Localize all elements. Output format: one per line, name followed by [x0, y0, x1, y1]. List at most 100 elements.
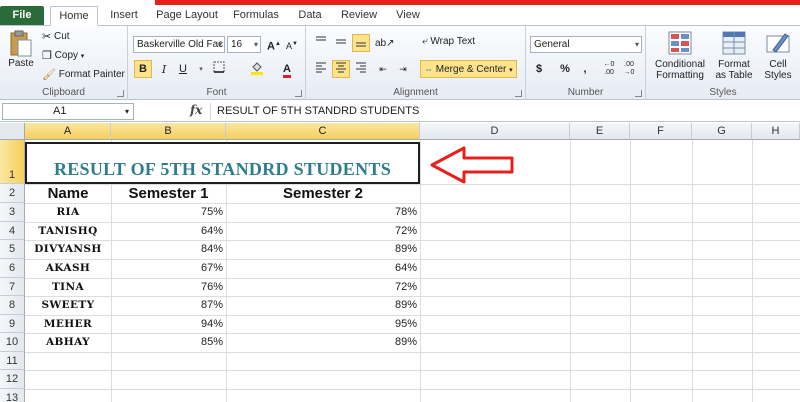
cell-name[interactable]: AKASH	[25, 259, 111, 278]
borders-button[interactable]	[210, 60, 228, 78]
copy-button[interactable]: ❐ Copy ▾	[42, 49, 84, 62]
number-dialog-launcher[interactable]	[635, 90, 642, 97]
cell-semester-2[interactable]: 95%	[226, 315, 420, 333]
cell-semester-2[interactable]: 78%	[226, 203, 420, 222]
row-header-3[interactable]: 3	[0, 203, 25, 222]
paste-button[interactable]: Paste	[6, 30, 36, 74]
cell-name[interactable]: MEHER	[25, 315, 111, 333]
formula-input[interactable]: RESULT OF 5TH STANDRD STUDENTS	[210, 103, 798, 120]
cell-semester-1[interactable]: 76%	[111, 278, 226, 296]
column-header-d[interactable]: D	[420, 123, 570, 140]
merged-title-cell-a1[interactable]: RESULT OF 5TH STANDRD STUDENTS	[25, 142, 420, 184]
row-header-11[interactable]: 11	[0, 352, 25, 370]
cell-name[interactable]: SWEETY	[25, 296, 111, 315]
currency-button[interactable]: $	[530, 60, 548, 78]
grow-font-button[interactable]: A▲	[265, 35, 283, 53]
cell-semester-2[interactable]: 72%	[226, 222, 420, 240]
row-header-12[interactable]: 12	[0, 370, 25, 389]
wrap-text-button[interactable]: ⤶ Wrap Text	[422, 36, 475, 47]
number-format-combo[interactable]: General ▾	[530, 36, 642, 53]
underline-dropdown[interactable]: ▾	[192, 60, 210, 78]
clipboard-dialog-launcher[interactable]	[117, 90, 124, 97]
column-header-g[interactable]: G	[692, 123, 752, 140]
column-header-h[interactable]: H	[752, 123, 800, 140]
cut-button[interactable]: ✂ Cut	[42, 30, 70, 43]
row-header-13[interactable]: 13	[0, 389, 25, 402]
cell-name[interactable]: RIA	[25, 203, 111, 222]
paste-icon	[10, 30, 32, 57]
underline-button[interactable]: U	[174, 60, 192, 78]
increase-indent-button[interactable]: ⇥	[394, 60, 412, 78]
font-color-button[interactable]: A	[278, 60, 296, 78]
format-painter-button[interactable]: 🖌 Format Painter	[42, 68, 125, 81]
percent-button[interactable]: %	[556, 60, 574, 78]
row-header-8[interactable]: 8	[0, 296, 25, 315]
cell-semester-2[interactable]: 89%	[226, 296, 420, 315]
cell-semester-2[interactable]: 89%	[226, 333, 420, 352]
tab-page-layout[interactable]: Page Layout	[152, 6, 222, 26]
tab-data[interactable]: Data	[290, 6, 330, 26]
decrease-decimal-button[interactable]: .00 →0	[620, 60, 638, 78]
orientation-button[interactable]: ab↗	[374, 34, 395, 52]
merge-center-button[interactable]: ⇔ Merge & Center ▾	[420, 60, 517, 78]
shrink-font-button[interactable]: A▼	[283, 35, 301, 53]
row-header-2[interactable]: 2	[0, 184, 25, 203]
align-top-button[interactable]	[312, 34, 330, 52]
increase-decimal-button[interactable]: ←0.00	[600, 60, 618, 78]
ribbon-tab-bar: File Home Insert Page Layout Formulas Da…	[0, 0, 800, 26]
cell-semester-2[interactable]: 89%	[226, 240, 420, 259]
cell-semester-1[interactable]: 94%	[111, 315, 226, 333]
name-box-value: A1	[53, 105, 67, 117]
decrease-indent-button[interactable]: ⇤	[374, 60, 392, 78]
italic-button[interactable]: I	[155, 60, 173, 78]
tab-file[interactable]: File	[0, 6, 44, 26]
tab-view[interactable]: View	[388, 6, 428, 26]
tab-review[interactable]: Review	[336, 6, 382, 26]
row-header-5[interactable]: 5	[0, 240, 25, 259]
row-header-9[interactable]: 9	[0, 315, 25, 333]
tab-home[interactable]: Home	[50, 6, 98, 26]
font-size-combo[interactable]: 16 ▾	[227, 36, 261, 53]
alignment-dialog-launcher[interactable]	[515, 90, 522, 97]
align-center-button[interactable]	[332, 60, 350, 78]
row-header-6[interactable]: 6	[0, 259, 25, 278]
cell-semester-1[interactable]: 64%	[111, 222, 226, 240]
cell-semester-2[interactable]: 72%	[226, 278, 420, 296]
fill-color-button[interactable]	[248, 60, 266, 78]
select-all-button[interactable]	[0, 123, 25, 140]
cell-name[interactable]: DIVYANSH	[25, 240, 111, 259]
column-header-c[interactable]: C	[226, 123, 420, 140]
tab-formulas[interactable]: Formulas	[228, 6, 284, 26]
align-right-button[interactable]	[352, 60, 370, 78]
align-left-button[interactable]	[312, 60, 330, 78]
align-bottom-button[interactable]	[352, 34, 370, 52]
bold-button[interactable]: B	[134, 60, 152, 78]
cell-name[interactable]: TANISHQ	[25, 222, 111, 240]
tab-insert[interactable]: Insert	[104, 6, 144, 26]
insert-function-button[interactable]: fx	[190, 103, 202, 117]
format-as-table-button[interactable]: Format as Table	[712, 30, 756, 81]
cell-semester-1[interactable]: 67%	[111, 259, 226, 278]
comma-button[interactable]: ,	[576, 60, 594, 78]
row-header-4[interactable]: 4	[0, 222, 25, 240]
row-header-1[interactable]: 1	[0, 140, 25, 184]
column-header-e[interactable]: E	[570, 123, 630, 140]
cell-semester-1[interactable]: 84%	[111, 240, 226, 259]
font-name-combo[interactable]: Baskerville Old Fac ▾	[133, 36, 225, 53]
name-box[interactable]: A1 ▾	[2, 103, 134, 120]
row-header-7[interactable]: 7	[0, 278, 25, 296]
column-header-b[interactable]: B	[111, 123, 226, 140]
align-middle-button[interactable]	[332, 34, 350, 52]
cell-semester-1[interactable]: 75%	[111, 203, 226, 222]
conditional-formatting-button[interactable]: Conditional Formatting	[650, 30, 710, 81]
column-header-f[interactable]: F	[630, 123, 692, 140]
cell-semester-1[interactable]: 87%	[111, 296, 226, 315]
row-header-10[interactable]: 10	[0, 333, 25, 352]
cell-name[interactable]: ABHAY	[25, 333, 111, 352]
column-header-a[interactable]: A	[25, 123, 111, 140]
cell-semester-1[interactable]: 85%	[111, 333, 226, 352]
cell-styles-button[interactable]: Cell Styles	[758, 30, 798, 81]
cell-name[interactable]: TINA	[25, 278, 111, 296]
cell-semester-2[interactable]: 64%	[226, 259, 420, 278]
font-dialog-launcher[interactable]	[295, 90, 302, 97]
